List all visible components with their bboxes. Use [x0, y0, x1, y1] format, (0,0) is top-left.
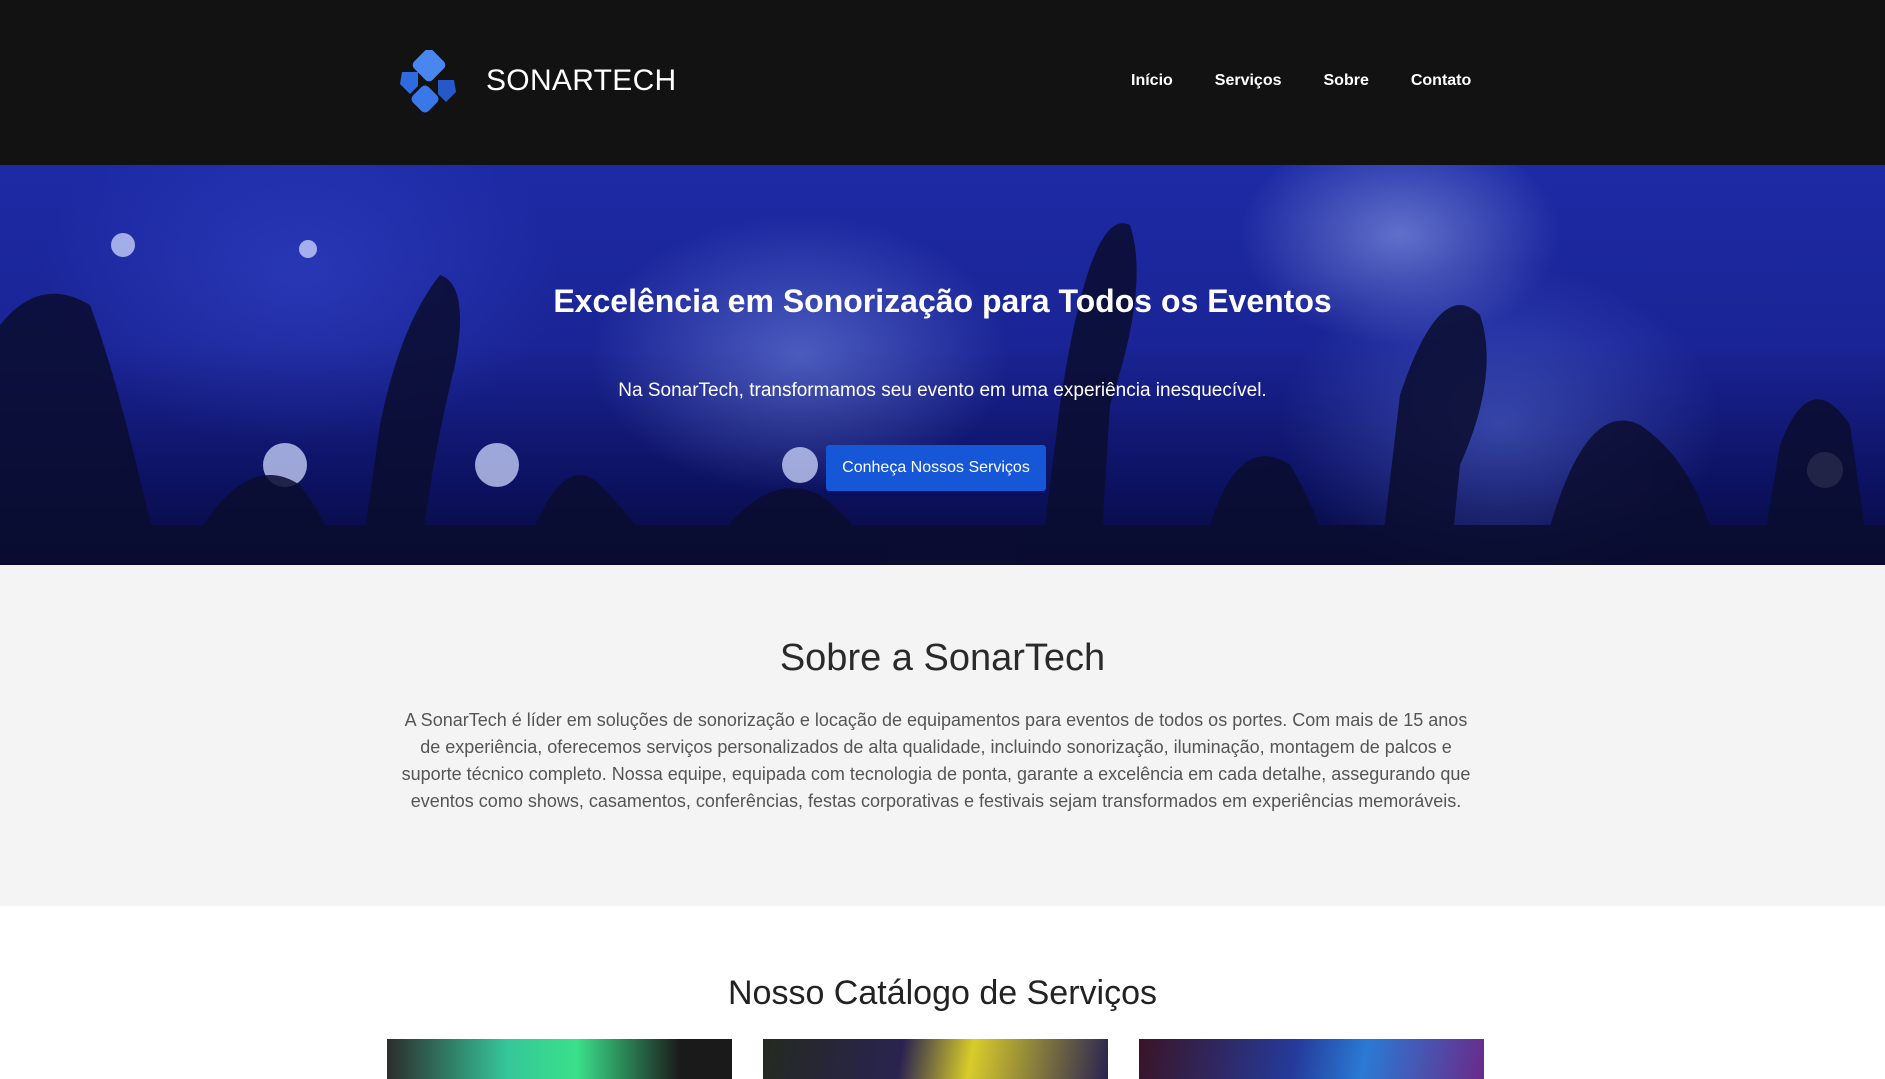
- nav-link-inicio[interactable]: Início: [1131, 72, 1173, 90]
- hero-banner: Excelência em Sonorização para Todos os …: [0, 165, 1885, 565]
- main-nav: Início Serviços Sobre Contato: [1131, 72, 1513, 90]
- sonartech-logo-icon[interactable]: [396, 50, 460, 114]
- nav-link-servicos[interactable]: Serviços: [1215, 72, 1282, 90]
- services-cta-button[interactable]: Conheça Nossos Serviços: [826, 445, 1046, 491]
- site-header: SONARTECH Início Serviços Sobre Contato: [0, 0, 1885, 165]
- about-section: Sobre a SonarTech A SonarTech é líder em…: [0, 565, 1885, 906]
- service-card-image[interactable]: [1139, 1039, 1484, 1079]
- crowd-background-image: [0, 223, 1885, 565]
- about-text: A SonarTech é líder em soluções de sonor…: [401, 710, 1471, 811]
- brand-name[interactable]: SONARTECH: [486, 64, 677, 98]
- service-card-image[interactable]: [763, 1039, 1108, 1079]
- services-title: Nosso Catálogo de Serviços: [727, 974, 1157, 1012]
- nav-link-sobre[interactable]: Sobre: [1324, 72, 1369, 90]
- about-title: Sobre a SonarTech: [779, 637, 1106, 679]
- hero-title: Excelência em Sonorização para Todos os …: [553, 283, 1332, 319]
- services-section: Nosso Catálogo de Serviços: [0, 906, 1885, 1079]
- nav-link-contato[interactable]: Contato: [1411, 72, 1471, 90]
- service-card-image[interactable]: [387, 1039, 732, 1079]
- hero-subtitle: Na SonarTech, transformamos seu evento e…: [618, 380, 1267, 401]
